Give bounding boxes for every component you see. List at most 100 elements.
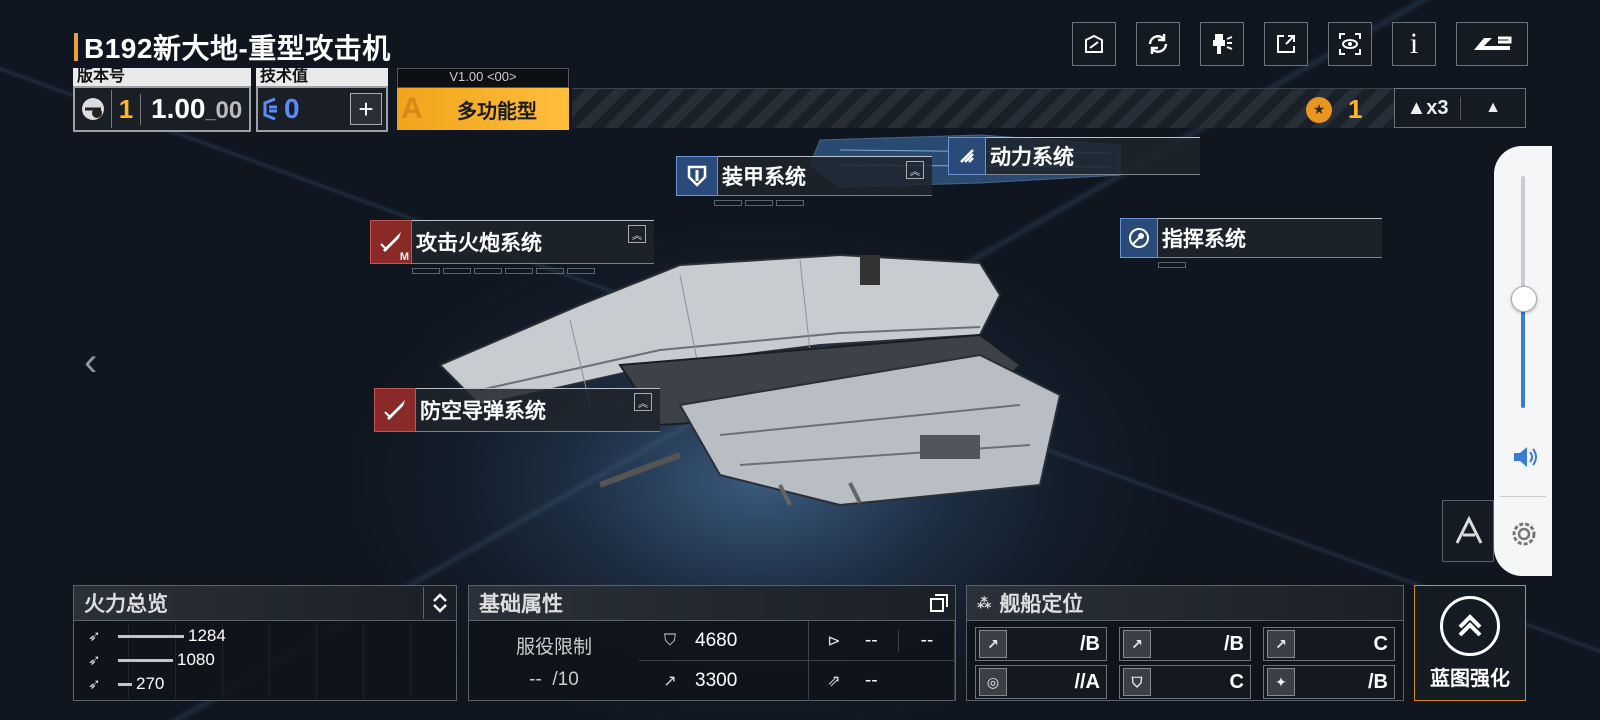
type-version-text: V1.00 <00> [397,68,569,88]
tech-label: 技术值 [256,68,388,86]
siege-icon: ➶ [88,676,101,693]
attr-warp: ⇗ -- [809,661,955,701]
tech-panel: 技术值 0 + [256,68,388,132]
gear-badge-icon [75,90,112,128]
paint-icon[interactable] [1200,22,1244,66]
grade-value: /B [1224,632,1244,655]
attributes-panel: 基础属性 ⛉ 4680 ⊳ -- -- 服役限制 -- /10 ↗ 3300 ⇗ -- [468,585,956,701]
system-aa-missile[interactable]: 防空导弹系统 ︽ [374,388,660,432]
upgrade-label: 蓝图强化 [1430,667,1510,690]
grade-cell[interactable]: ✦ /B [1263,665,1395,699]
top-toolbar: i [1072,22,1528,66]
system-cannon[interactable]: M 攻击火炮系统 ︽ [370,220,654,274]
attr-limit-label: 服役限制 [515,636,592,658]
volume-fill [1521,298,1525,408]
version-sub: 00 [215,97,243,124]
share-icon[interactable] [1264,22,1308,66]
grade-value: //A [1074,670,1100,693]
volume-slider-handle[interactable] [1511,286,1537,312]
attr-limit-value: -- [529,668,542,690]
blueprint-upgrade-button[interactable]: 蓝图强化 [1414,585,1526,701]
firepower-row: ➶ 1284 [88,625,226,647]
speed-icon: ↗ [663,673,677,690]
firepower-value: 1284 [188,626,226,645]
tech-add-button[interactable]: + [350,93,382,125]
speaker-icon[interactable] [1510,442,1540,472]
system-power[interactable]: 动力系统 [948,137,1200,175]
prev-ship-arrow-icon[interactable]: ‹ [84,340,97,385]
formation-side-button[interactable] [1442,500,1494,562]
attr-armor: ⊳ -- -- [809,621,955,661]
system-command-label: 指挥系统 [1162,228,1246,251]
role-icon: ↗ [1267,630,1295,658]
view-icon[interactable] [1328,22,1372,66]
firepower-row: ➶ 1080 [88,649,215,671]
anti-air-icon: ➶ [88,652,101,669]
rank-up-icon: ▲ [1485,99,1501,116]
armor-icon: ⊳ [827,632,841,650]
volume-overlay [1494,146,1552,576]
role-icon: ↗ [979,630,1007,658]
version-panel: 版本号 1 1.00_00 [73,68,251,132]
system-cannon-label: 攻击火炮系统 [416,232,542,255]
firepower-bar [118,634,184,638]
system-armor[interactable]: 装甲系统 ︽ [676,156,932,206]
attributes-grid: ⛉ 4680 ⊳ -- -- 服役限制 -- /10 ↗ 3300 ⇗ -- [469,621,955,701]
ship-title: B192新大地-重型攻击机 [84,33,391,64]
system-armor-label: 装甲系统 [722,166,806,189]
hull-icon: ⛉ [663,631,676,649]
settings-gear-icon[interactable] [1508,518,1540,550]
firepower-rows: ➶ 1284 ➶ 1080 ➶ 270 [74,621,456,701]
resource-counter: ★ 1 [1306,94,1362,125]
tech-value: 0 [284,93,300,124]
resource-count: 1 [1348,94,1363,124]
collapse-icon[interactable]: ︽ [628,225,646,243]
title-accent [74,33,78,61]
upgrade-chevron-icon [1440,595,1500,656]
attr-armor-b: -- [897,629,933,652]
missile-icon: M [370,220,412,264]
attr-warp-value: -- [865,670,878,691]
attr-armor-a: -- [865,629,878,651]
grade-cell[interactable]: ↗ /B [1119,627,1251,661]
attr-hp-value: 4680 [695,629,738,651]
system-command[interactable]: 指挥系统 [1120,218,1382,268]
sort-toggle-icon[interactable] [423,587,456,619]
firepower-bar [118,682,132,686]
collapse-icon[interactable]: ︽ [634,393,652,411]
info-icon[interactable]: i [1392,22,1436,66]
tech-icon [258,97,284,121]
system-cannon-badge: M [399,251,409,263]
firepower-panel: 火力总览 ➶ 1284 ➶ 1080 ➶ 270 [73,585,457,701]
grade-value: C [1229,670,1244,693]
role-icon: ⛉ [1123,668,1151,696]
attributes-title: 基础属性 [479,593,563,616]
system-aa-missile-label: 防空导弹系统 [420,400,546,423]
blueprint-icon[interactable] [1072,22,1116,66]
attr-hp: ⛉ 4680 [639,621,809,661]
anti-ship-icon: ➶ [88,628,101,645]
positioning-panel: ⁂ 舰船定位 ↗/B ↗/B ↗ C ◎//A ⛉ C ✦/B [966,585,1404,701]
expand-icon[interactable] [923,587,955,619]
rank-box[interactable]: ▲x3 ▲ [1394,88,1526,128]
volume-divider [1500,496,1546,497]
role-icon: ↗ [1123,630,1151,658]
back-icon[interactable] [1456,22,1528,66]
version-label: 版本号 [73,68,251,86]
grade-cell[interactable]: ◎ //A [975,665,1107,699]
radar-icon [1120,218,1158,258]
version-number: 1.00_00 [151,93,243,124]
grade-value: /B [1368,670,1388,693]
grade-cell[interactable]: ↗ C [1263,627,1395,661]
fleet-icon: ⁂ [977,594,992,611]
grade-cell[interactable]: ↗ /B [975,627,1107,661]
thruster-icon [948,137,986,175]
command-pips [1158,262,1382,268]
grade-cell[interactable]: ⛉ C [1119,665,1251,699]
grade-grid: ↗/B ↗/B ↗ C ◎//A ⛉ C ✦/B [967,621,1403,705]
collapse-icon[interactable]: ︽ [906,161,924,179]
role-icon: ✦ [1267,668,1295,696]
positioning-title: 舰船定位 [999,593,1084,616]
refresh-icon[interactable] [1136,22,1180,66]
grade-value: /B [1080,632,1100,655]
